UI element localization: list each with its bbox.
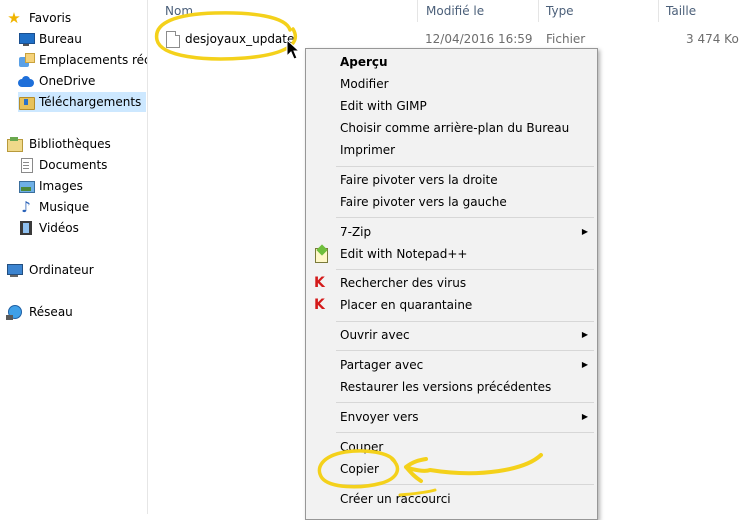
- sidebar-item-label: Bibliothèques: [29, 137, 111, 151]
- notepad-plus-plus-icon: [313, 246, 329, 263]
- sidebar-item-label: Favoris: [29, 11, 72, 25]
- column-divider[interactable]: [658, 0, 659, 22]
- kaspersky-icon: [313, 297, 329, 313]
- menu-item-label: Rechercher des virus: [340, 276, 467, 290]
- column-header-type[interactable]: Type: [546, 0, 574, 22]
- column-header-modified[interactable]: Modifié le: [426, 0, 484, 22]
- onedrive-icon: [18, 73, 34, 89]
- menu-item-edit-with-gimp[interactable]: Edit with GIMP: [306, 95, 597, 117]
- sidebar-item-label: Réseau: [29, 305, 73, 319]
- sidebar-item-label: Images: [39, 179, 83, 193]
- menu-item-label: Imprimer: [340, 143, 396, 157]
- sidebar-item-label: Bureau: [39, 32, 82, 46]
- sidebar-item-label: Vidéos: [39, 221, 79, 235]
- places-icon: [18, 52, 35, 68]
- menu-item-couper[interactable]: Couper: [306, 436, 597, 458]
- sort-arrow-icon: ^: [285, 0, 293, 6]
- menu-item-label: Créer un raccourci: [340, 492, 451, 506]
- menu-item-label: Faire pivoter vers la droite: [340, 173, 498, 187]
- menu-item-label: Ouvrir avec: [340, 328, 410, 342]
- music-icon: ♪: [21, 198, 31, 216]
- column-header-size[interactable]: Taille: [666, 0, 696, 22]
- sidebar-item-label: Emplacements récen: [39, 53, 147, 67]
- computer-icon: [6, 262, 23, 278]
- sidebar-item-label: Documents: [39, 158, 108, 172]
- menu-item-label: Edit with GIMP: [340, 99, 427, 113]
- menu-item-label: Placer en quarantaine: [340, 298, 473, 312]
- sidebar-item-telechargements[interactable]: Téléchargements: [18, 92, 146, 112]
- menu-item-copier[interactable]: Copier: [306, 458, 597, 480]
- documents-icon: [18, 157, 34, 173]
- videos-icon: [18, 220, 34, 236]
- kaspersky-icon: [313, 275, 329, 291]
- menu-item-rotate-left[interactable]: Faire pivoter vers la gauche: [306, 191, 597, 213]
- menu-item-set-as-desktop-background[interactable]: Choisir comme arrière-plan du Bureau: [306, 117, 597, 139]
- menu-item-label: Partager avec: [340, 358, 424, 372]
- menu-item-label: 7-Zip: [340, 225, 372, 239]
- menu-item-apercu[interactable]: Aperçu: [306, 51, 597, 73]
- sidebar-item-label: OneDrive: [39, 74, 96, 88]
- submenu-arrow-icon: ▶: [581, 360, 588, 369]
- menu-item-open-with[interactable]: Ouvrir avec ▶: [306, 324, 597, 346]
- menu-separator: [336, 350, 594, 351]
- menu-item-restore-previous-versions[interactable]: Restaurer les versions précédentes: [306, 376, 597, 398]
- menu-item-7zip[interactable]: 7-Zip ▶: [306, 221, 597, 243]
- menu-item-quarantine[interactable]: Placer en quarantaine: [306, 294, 597, 316]
- file-icon: [166, 31, 180, 48]
- submenu-arrow-icon: ▶: [581, 412, 588, 421]
- menu-item-label: Choisir comme arrière-plan du Bureau: [340, 121, 570, 135]
- submenu-arrow-icon: ▶: [581, 227, 588, 236]
- menu-item-label: Modifier: [340, 77, 389, 91]
- menu-item-label: Edit with Notepad++: [340, 247, 468, 261]
- images-icon: [18, 178, 35, 194]
- column-header-name[interactable]: Nom: [165, 0, 193, 22]
- navigation-pane: ★ Favoris Bureau Emplacements récen OneD…: [0, 0, 148, 514]
- menu-item-label: Envoyer vers: [340, 410, 419, 424]
- menu-item-label: Aperçu: [340, 55, 388, 69]
- menu-separator: [336, 402, 594, 403]
- column-divider[interactable]: [417, 0, 418, 22]
- menu-separator: [336, 484, 594, 485]
- star-icon: ★: [7, 9, 21, 27]
- menu-separator: [336, 269, 594, 270]
- menu-item-modifier[interactable]: Modifier: [306, 73, 597, 95]
- menu-item-edit-with-notepad-plus-plus[interactable]: Edit with Notepad++: [306, 243, 597, 265]
- menu-separator: [336, 432, 594, 433]
- context-menu: Aperçu Modifier Edit with GIMP Choisir c…: [305, 48, 598, 520]
- menu-item-rotate-right[interactable]: Faire pivoter vers la droite: [306, 169, 597, 191]
- menu-separator: [336, 217, 594, 218]
- column-divider[interactable]: [538, 0, 539, 22]
- menu-separator: [336, 166, 594, 167]
- network-icon: [6, 304, 22, 320]
- menu-item-imprimer[interactable]: Imprimer: [306, 139, 597, 161]
- desktop-icon: [18, 31, 35, 47]
- library-icon: [6, 136, 23, 152]
- file-size: 3 474 Ko: [686, 32, 739, 46]
- menu-item-label: Restaurer les versions précédentes: [340, 380, 552, 394]
- submenu-arrow-icon: ▶: [581, 330, 588, 339]
- menu-item-send-to[interactable]: Envoyer vers ▶: [306, 406, 597, 428]
- sidebar-item-label: Ordinateur: [29, 263, 94, 277]
- sidebar-item-label: Musique: [39, 200, 90, 214]
- menu-item-label: Copier: [340, 462, 379, 476]
- file-type: Fichier: [546, 32, 586, 46]
- menu-item-scan-for-viruses[interactable]: Rechercher des virus: [306, 272, 597, 294]
- file-row[interactable]: desjoyaux_update 12/04/2016 16:59 Fichie…: [148, 28, 751, 50]
- menu-item-create-shortcut[interactable]: Créer un raccourci: [306, 488, 597, 510]
- file-modified-date: 12/04/2016 16:59: [425, 32, 533, 46]
- sidebar-item-label: Téléchargements: [39, 95, 142, 109]
- file-name: desjoyaux_update: [185, 32, 295, 46]
- downloads-folder-icon: [18, 94, 35, 110]
- menu-item-label: Couper: [340, 440, 384, 454]
- menu-separator: [336, 321, 594, 322]
- menu-item-label: Faire pivoter vers la gauche: [340, 195, 507, 209]
- menu-item-share-with[interactable]: Partager avec ▶: [306, 354, 597, 376]
